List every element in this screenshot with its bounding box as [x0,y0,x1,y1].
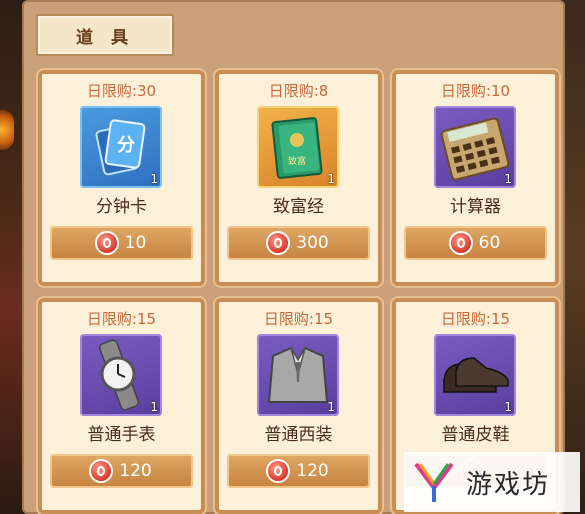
item-card-suit[interactable]: 日限购:15 1 普通西装 120 [215,298,382,514]
daily-limit: 日限购:15 [263,310,334,328]
buy-button[interactable]: 120 [50,454,193,488]
buy-button[interactable]: 300 [227,226,370,260]
item-quantity: 1 [150,172,158,186]
item-card-wealth-book[interactable]: 日限购:8 致富 1 致富经 300 [215,70,382,286]
item-quantity: 1 [504,400,512,414]
price-value: 120 [119,461,152,481]
coin-icon [268,461,289,481]
daily-limit: 日限购:10 [440,82,511,100]
item-quantity: 1 [327,172,335,186]
item-name: 计算器 [450,197,501,217]
watermark-text: 游戏坊 [466,469,551,500]
watermark-logo-icon [414,462,454,502]
daily-limit: 日限购:15 [86,310,157,328]
suit-icon: 1 [257,334,339,416]
item-card-calculator[interactable]: 日限购:10 1 计算器 60 [392,70,559,286]
glow-decoration [0,110,14,150]
calculator-icon: 1 [434,106,516,188]
item-name: 普通手表 [87,425,156,445]
price-value: 300 [296,233,329,253]
watch-icon: 1 [80,334,162,416]
minute-card-icon: 分 1 [80,106,162,188]
tab-items[interactable]: 道 具 [36,14,174,56]
item-quantity: 1 [150,400,158,414]
daily-limit: 日限购:15 [440,310,511,328]
item-card-watch[interactable]: 日限购:15 1 普通手表 120 [38,298,205,514]
coin-icon [268,233,289,253]
item-name: 致富经 [273,197,324,217]
price-value: 120 [296,461,329,481]
item-quantity: 1 [504,172,512,186]
coin-icon [450,233,471,253]
price-value: 60 [478,233,501,253]
book-icon: 致富 1 [257,106,339,188]
coin-icon [96,233,117,253]
daily-limit: 日限购:8 [268,82,329,100]
buy-button[interactable]: 10 [50,226,193,260]
item-name: 普通西装 [264,425,333,445]
item-card-minute-card[interactable]: 日限购:30 分 1 分钟卡 10 [38,70,205,286]
daily-limit: 日限购:30 [86,82,157,100]
watermark: 游戏坊 [404,452,580,512]
coin-icon [91,461,112,481]
svg-text:分: 分 [117,135,135,156]
buy-button[interactable]: 120 [227,454,370,488]
buy-button[interactable]: 60 [404,226,547,260]
item-name: 普通皮鞋 [441,425,510,445]
item-quantity: 1 [327,400,335,414]
item-name: 分钟卡 [96,197,147,217]
shoes-icon: 1 [434,334,516,416]
svg-text:致富: 致富 [288,155,306,167]
price-value: 10 [124,233,147,253]
